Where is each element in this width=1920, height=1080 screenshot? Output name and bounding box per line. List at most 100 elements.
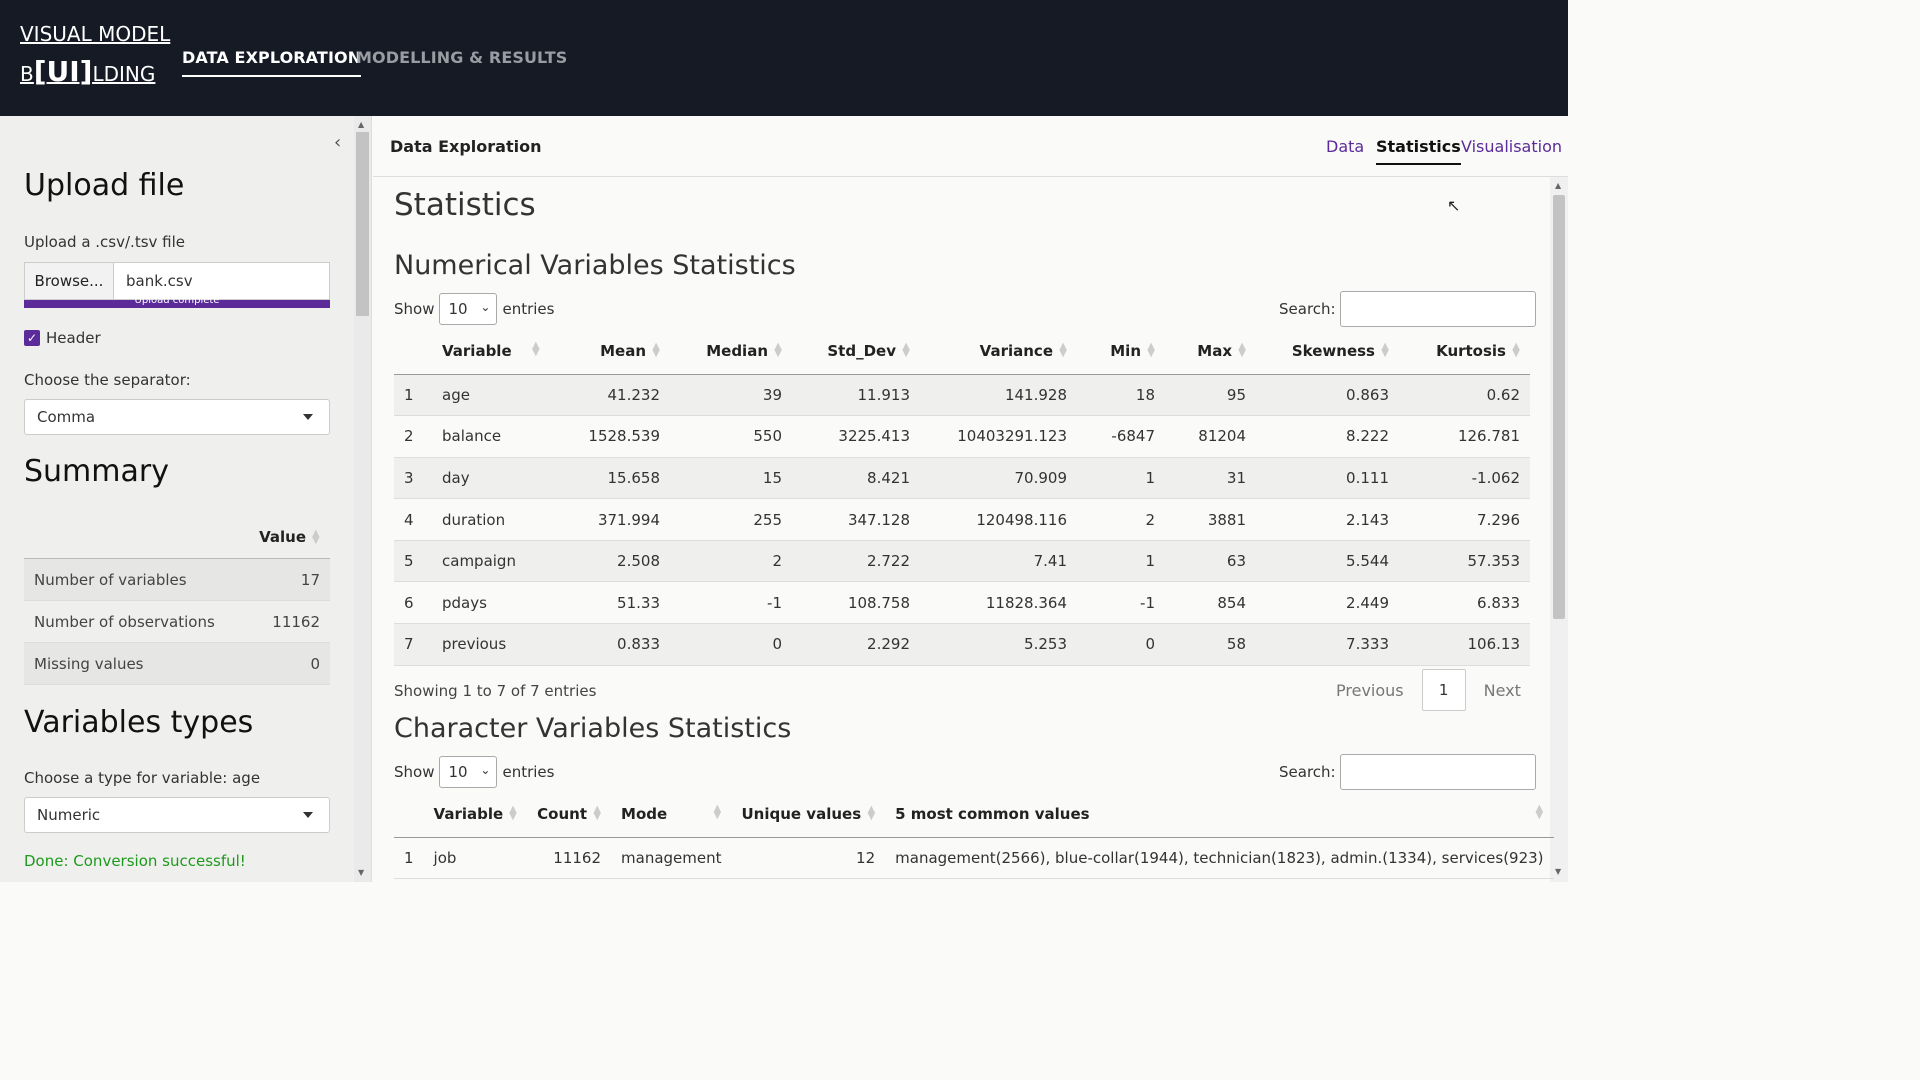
separator-select[interactable]: Comma <box>24 399 330 435</box>
table-cell: campaign <box>432 540 550 583</box>
table-cell: 70.909 <box>920 457 1077 500</box>
main-scroll-thumb[interactable] <box>1553 195 1565 619</box>
table-row: 7 previous 0.833 0 2.292 5.253 0 58 7.333 106.13 <box>394 623 1530 666</box>
table-cell: 2 <box>394 415 432 458</box>
sort-icon: ▲ ▼ <box>1147 340 1155 359</box>
col-mean[interactable]: Mean ▲ ▼ <box>550 328 670 375</box>
brand-logo[interactable]: VISUAL MODEL B[UI]LDING <box>20 22 170 86</box>
browse-button[interactable]: Browse... <box>25 263 114 299</box>
table-cell: 0.111 <box>1256 457 1399 500</box>
table-cell: 11.913 <box>792 374 920 417</box>
next-button[interactable]: Next <box>1484 681 1521 700</box>
sort-icon: ▲ ▼ <box>1238 340 1246 359</box>
sort-icon: ▲ ▼ <box>509 803 517 822</box>
table-cell: 15.658 <box>550 457 670 500</box>
table-cell: age <box>432 374 550 417</box>
table-cell: management(2566), blue-collar(1944), tec… <box>885 837 1554 880</box>
col-std-dev[interactable]: Std_Dev ▲ ▼ <box>792 328 920 375</box>
table-cell: 108.758 <box>792 581 920 625</box>
char-length-control: Show 10 ⌄ entries <box>394 756 554 788</box>
variables-types-heading: Variables types <box>24 705 254 740</box>
table-cell: 81204 <box>1165 415 1256 458</box>
col-median[interactable]: Median ▲ ▼ <box>670 328 792 375</box>
table-cell: 2 <box>1077 498 1165 541</box>
nav-modelling-results[interactable]: MODELLING & RESULTS <box>356 48 567 67</box>
col-variable[interactable]: Variable ▲ ▼ <box>423 791 528 838</box>
table-cell: 39 <box>670 374 792 417</box>
col-unique-values[interactable]: Unique values ▲ ▼ <box>731 791 886 838</box>
page-1-button[interactable]: 1 <box>1421 669 1466 711</box>
table-cell: 3 <box>394 457 432 500</box>
sidebar: ‹ ▲ ▼ Upload file Upload a .csv/.tsv fil… <box>0 116 372 882</box>
table-cell: 6 <box>394 581 432 625</box>
sort-icon: ▲ ▼ <box>1381 340 1389 359</box>
scroll-down-icon[interactable]: ▼ <box>358 868 364 877</box>
numerical-stats-heading: Numerical Variables Statistics <box>394 250 796 281</box>
table-cell: 0.833 <box>550 623 670 666</box>
main-scrollbar[interactable]: ▲ ▼ <box>1550 177 1568 882</box>
col-skewness[interactable]: Skewness ▲ ▼ <box>1256 328 1399 375</box>
search-input[interactable] <box>1339 291 1536 327</box>
table-cell: 550 <box>670 415 792 458</box>
table-cell: 2.292 <box>792 623 920 666</box>
col-max[interactable]: Max ▲ ▼ <box>1165 328 1256 375</box>
table-cell: 0.863 <box>1256 374 1399 417</box>
brand-line2: B[UI]LDING <box>20 55 156 88</box>
scroll-down-icon[interactable]: ▼ <box>1555 867 1561 876</box>
table-cell: 6.833 <box>1399 581 1530 625</box>
sort-icon: ▲ ▼ <box>902 340 910 359</box>
search-input[interactable] <box>1339 754 1536 790</box>
scroll-up-icon[interactable]: ▲ <box>1555 181 1561 190</box>
table-cell: -6847 <box>1077 415 1165 458</box>
col-variable[interactable]: Variable ▲ ▼ <box>432 328 550 375</box>
table-cell: 1 <box>394 374 432 417</box>
table-cell: 11162 <box>527 837 612 880</box>
sort-icon: ▲ ▼ <box>652 340 660 359</box>
table-cell: 57.353 <box>1399 540 1530 583</box>
summary-value-header[interactable]: Value ▲ ▼ <box>24 515 330 559</box>
sort-icon: ▲ ▼ <box>713 802 722 821</box>
col-variance[interactable]: Variance ▲ ▼ <box>920 328 1077 375</box>
summary-row: Missing values 0 <box>24 643 330 685</box>
summary-table: Value ▲ ▼ Number of variables 17 Number of … <box>24 515 330 685</box>
previous-button[interactable]: Previous <box>1336 681 1404 700</box>
nav-data-exploration[interactable]: DATA EXPLORATION <box>182 48 362 77</box>
table-cell: 12 <box>731 837 886 880</box>
table-cell: 1528.539 <box>550 415 670 458</box>
col-count[interactable]: Count ▲ ▼ <box>527 791 612 838</box>
page-title: Statistics <box>394 187 536 223</box>
table-cell: 5 <box>394 540 432 583</box>
entries-select[interactable]: 10 ⌄ <box>439 756 498 788</box>
dropdown-caret-icon <box>303 812 313 818</box>
entries-select[interactable]: 10 ⌄ <box>439 293 498 325</box>
tab-data[interactable]: Data <box>1326 137 1364 156</box>
checkmark-icon[interactable]: ✓ <box>24 330 40 346</box>
table-cell: 58 <box>1165 623 1256 666</box>
table-row: 5 campaign 2.508 2 2.722 7.41 1 63 5.544 57.353 <box>394 540 1530 583</box>
collapse-sidebar-icon[interactable]: ‹ <box>334 132 341 153</box>
table-cell: 120498.116 <box>920 498 1077 541</box>
table-cell: 7.333 <box>1256 623 1399 666</box>
upload-file-heading: Upload file <box>24 168 185 203</box>
tab-statistics[interactable]: Statistics <box>1376 137 1461 165</box>
col-kurtosis[interactable]: Kurtosis ▲ ▼ <box>1399 328 1530 375</box>
table-cell: 51.33 <box>550 581 670 625</box>
table-row: 4 duration 371.994 255 347.128 120498.116 2 388… <box>394 498 1530 541</box>
table-cell: 18 <box>1077 374 1165 417</box>
scroll-up-icon[interactable]: ▲ <box>358 120 364 129</box>
separator-value: Comma <box>37 408 96 426</box>
table-cell: 41.232 <box>550 374 670 417</box>
table-row: 1 age 41.232 39 11.913 141.928 18 95 0.863 0.62 <box>394 374 1530 417</box>
variable-type-select[interactable]: Numeric <box>24 797 330 833</box>
col-most-common[interactable]: 5 most common values ▲ ▼ <box>885 791 1554 838</box>
sidebar-scrollbar[interactable]: ▲ ▼ <box>354 116 371 882</box>
col-mode[interactable]: Mode ▲ ▼ <box>611 791 732 838</box>
table-cell: job <box>423 837 528 880</box>
header-checkbox[interactable]: ✓ Header <box>24 329 101 347</box>
sidebar-scroll-thumb[interactable] <box>356 132 369 316</box>
table-cell: 0.62 <box>1399 374 1530 417</box>
table-cell: 3225.413 <box>792 415 920 458</box>
tab-visualisation[interactable]: Visualisation <box>1461 137 1562 156</box>
col-min[interactable]: Min ▲ ▼ <box>1077 328 1165 375</box>
table-cell: 5.253 <box>920 623 1077 666</box>
